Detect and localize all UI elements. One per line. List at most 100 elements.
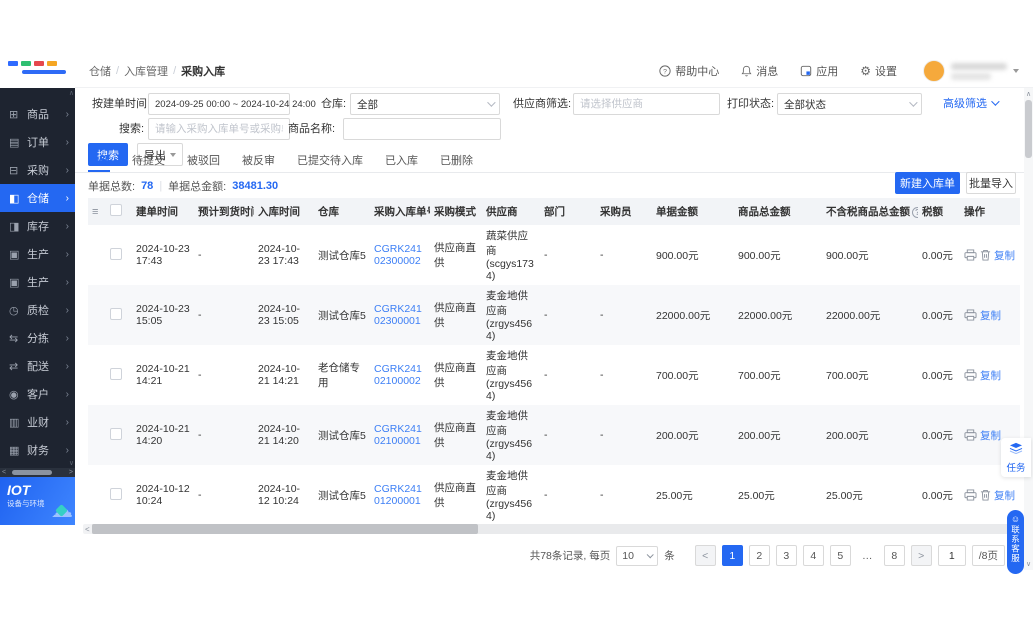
supplier-input[interactable] <box>580 98 713 110</box>
sidebar-item-quality[interactable]: ◷ 质检› <box>0 296 75 324</box>
apps-button[interactable]: 应用 <box>800 63 838 79</box>
table-horizontal-scrollbar[interactable]: < > <box>83 524 1020 534</box>
tab-被反审[interactable]: 被反审 <box>242 152 275 172</box>
contact-service-button[interactable]: ☺ 联系客服 <box>1007 510 1024 574</box>
iot-banner[interactable]: IOT 设备与环境 ☁ <box>0 477 75 525</box>
tab-待提交[interactable]: 待提交 <box>132 152 165 172</box>
column-header: 采购模式 <box>430 198 482 225</box>
supplier-select[interactable] <box>573 93 720 115</box>
tab-被驳回[interactable]: 被驳回 <box>187 152 220 172</box>
customers-icon: ◉ <box>9 388 22 401</box>
batch-import-button[interactable]: 批量导入 <box>966 172 1016 194</box>
per-page-select[interactable]: 10 <box>616 546 658 566</box>
row-checkbox[interactable] <box>110 308 122 320</box>
production-icon: ▣ <box>9 248 22 261</box>
delete-button[interactable] <box>980 249 991 261</box>
row-checkbox[interactable] <box>110 368 122 380</box>
scrollbar-thumb[interactable] <box>12 470 52 475</box>
sidebar-scroll-down-icon[interactable]: ∨ <box>69 460 74 467</box>
scroll-down-icon[interactable]: ∨ <box>1024 560 1033 568</box>
sidebar-item-orders[interactable]: ▤ 订单› <box>0 128 75 156</box>
sidebar-item-warehouse[interactable]: ◧ 仓储› <box>0 184 75 212</box>
user-menu[interactable] <box>923 60 1019 82</box>
cell-inbound: 2024-10-23 17:43 <box>254 225 314 285</box>
delete-button[interactable] <box>980 489 991 501</box>
cell-inbound: 2024-10-23 15:05 <box>254 285 314 345</box>
scroll-left-icon[interactable]: < <box>83 525 92 534</box>
create-inbound-button[interactable]: 新建入库单 <box>895 172 960 194</box>
production2-icon: ▣ <box>9 276 22 289</box>
scroll-right-icon[interactable]: > <box>67 469 75 476</box>
sidebar-horizontal-scrollbar[interactable]: < > <box>0 468 75 477</box>
page-button-3[interactable]: 3 <box>776 545 797 566</box>
page-jump-input[interactable] <box>938 545 966 566</box>
iot-title: IOT <box>7 483 68 498</box>
print-button[interactable] <box>964 309 977 321</box>
sidebar-item-production[interactable]: ▣ 生产› <box>0 240 75 268</box>
column-settings-icon[interactable]: ≡ <box>92 206 98 218</box>
product-name-input[interactable] <box>350 123 494 135</box>
tab-已入库[interactable]: 已入库 <box>385 152 418 172</box>
warehouse-select[interactable]: 全部 <box>350 93 500 115</box>
sidebar-item-products[interactable]: ⊞ 商品› <box>0 100 75 128</box>
logo[interactable] <box>0 55 75 88</box>
order-number-link[interactable]: CGRK24102300001 <box>374 303 422 327</box>
sidebar-item-finance[interactable]: ▦ 财务› <box>0 436 75 464</box>
order-number-link[interactable]: CGRK24102100002 <box>374 363 422 387</box>
search-input[interactable] <box>155 123 283 135</box>
scroll-up-icon[interactable]: ∧ <box>1024 90 1033 98</box>
copy-link[interactable]: 复制 <box>994 248 1015 263</box>
copy-link[interactable]: 复制 <box>980 308 1001 323</box>
tab-已提交待入库[interactable]: 已提交待入库 <box>297 152 363 172</box>
scroll-left-icon[interactable]: < <box>0 469 8 476</box>
breadcrumb-inbound-mgmt[interactable]: 入库管理 <box>124 63 168 79</box>
sidebar-scroll-up-icon[interactable]: ∧ <box>69 90 74 97</box>
scrollbar-thumb[interactable] <box>1025 100 1032 158</box>
sidebar-item-inventory[interactable]: ◨ 库存› <box>0 212 75 240</box>
vertical-scrollbar[interactable]: ∧ ∨ <box>1024 88 1033 570</box>
order-number-link[interactable]: CGRK24102300002 <box>374 243 422 267</box>
print-button[interactable] <box>964 489 977 501</box>
copy-link[interactable]: 复制 <box>980 368 1001 383</box>
search-box[interactable] <box>148 118 290 140</box>
row-checkbox[interactable] <box>110 488 122 500</box>
select-all-checkbox[interactable] <box>110 204 122 216</box>
cell-dept: - <box>540 405 596 465</box>
print-button[interactable] <box>964 249 977 261</box>
smiley-icon: ☺ <box>1011 514 1020 524</box>
page-button-2[interactable]: 2 <box>749 545 770 566</box>
task-float-button[interactable]: 任务 <box>1001 438 1031 477</box>
copy-link[interactable]: 复制 <box>994 488 1015 503</box>
tab-已删除[interactable]: 已删除 <box>440 152 473 172</box>
copy-link[interactable]: 复制 <box>980 428 1001 443</box>
advanced-filter-link[interactable]: 高级筛选 <box>943 95 997 111</box>
prev-page-button[interactable]: < <box>695 545 716 566</box>
print-status-select[interactable]: 全部状态 <box>777 93 922 115</box>
next-page-button[interactable]: > <box>911 545 932 566</box>
username-redacted <box>951 63 1007 80</box>
order-number-link[interactable]: CGRK24102100001 <box>374 423 422 447</box>
tab-全部[interactable]: 全部 <box>88 152 110 172</box>
product-name-box[interactable] <box>343 118 501 140</box>
page-button-5[interactable]: 5 <box>830 545 851 566</box>
page-button-4[interactable]: 4 <box>803 545 824 566</box>
page-button-8[interactable]: 8 <box>884 545 905 566</box>
sidebar-item-delivery[interactable]: ⇄ 配送› <box>0 352 75 380</box>
sidebar-item-purchase[interactable]: ⊟ 采购› <box>0 156 75 184</box>
row-checkbox[interactable] <box>110 248 122 260</box>
page-button-1[interactable]: 1 <box>722 545 743 566</box>
settings-button[interactable]: ⚙ 设置 <box>860 63 897 79</box>
print-button[interactable] <box>964 369 977 381</box>
messages-button[interactable]: 消息 <box>741 63 778 79</box>
breadcrumb-warehouse[interactable]: 仓储 <box>89 63 111 79</box>
sidebar-item-biz-finance[interactable]: ▥ 业财› <box>0 408 75 436</box>
help-center-button[interactable]: ? 帮助中心 <box>659 63 719 79</box>
print-button[interactable] <box>964 429 977 441</box>
scrollbar-thumb[interactable] <box>92 524 478 534</box>
sidebar-item-customers[interactable]: ◉ 客户› <box>0 380 75 408</box>
sidebar-item-sorting[interactable]: ⇆ 分拣› <box>0 324 75 352</box>
date-range-input[interactable]: 2024-09-25 00:00 ~ 2024-10-24 24:00 <box>148 93 290 115</box>
row-checkbox[interactable] <box>110 428 122 440</box>
sidebar-item-production2[interactable]: ▣ 生产› <box>0 268 75 296</box>
order-number-link[interactable]: CGRK24101200001 <box>374 483 422 507</box>
